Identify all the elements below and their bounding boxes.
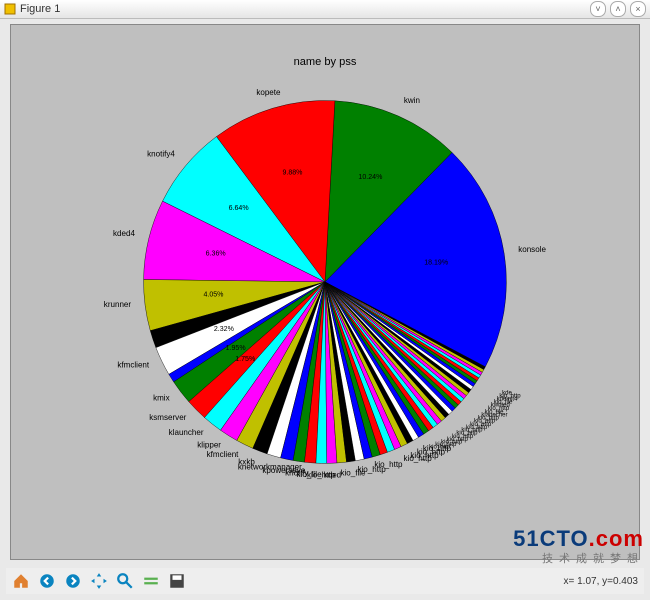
slice-label: kded [324,470,341,479]
configure-icon[interactable] [142,572,160,590]
slice-label: klipper [197,440,221,449]
figure-canvas: name by pss 18.19% konsole 10.24% kwin 9.88% k… [10,24,640,560]
slice-label: kfmclient [117,360,150,369]
minimize-button[interactable]: ˅ [590,1,606,17]
slice-label: kopete [256,88,281,97]
nav-toolbar: x= 1.07, y=0.403 [6,568,644,594]
slice-pct: 10.24% [358,174,383,181]
pie-chart: name by pss 18.19% konsole 10.24% kwin 9.88% k… [21,35,629,549]
slice-pct: 4.05% [203,291,224,298]
slice-pct: 18.19% [424,260,449,267]
slice-label: kmix [153,394,170,403]
slice-pct: 6.36% [206,250,227,257]
titlebar: Figure 1 ˅ ˄ × [0,0,650,19]
slice-pct: 1.75% [235,356,256,363]
slice-label: kfmclient [207,450,240,459]
slice-label: kio_http [374,460,403,469]
close-button[interactable]: × [630,1,646,17]
slice-label: klauncher [169,428,204,437]
slice-pct: 1.95% [226,345,247,352]
window-title: Figure 1 [20,3,586,15]
slice-label: kde [502,391,512,397]
slice-pct: 6.64% [229,205,250,212]
maximize-button[interactable]: ˄ [610,1,626,17]
slice-label: kded4 [113,229,135,238]
slice-label: krunner [104,300,132,309]
app-icon [4,3,16,15]
slice-label: ksmserver [149,413,186,422]
save-icon[interactable] [168,572,186,590]
slice-label: konsole [518,245,546,254]
slice-pct: 2.32% [214,326,235,333]
slice-pct: 9.88% [282,169,303,176]
plot-area: name by pss 18.19% konsole 10.24% kwin 9.88% k… [21,35,629,549]
slice-label: knotify4 [147,150,175,159]
home-icon[interactable] [12,572,30,590]
zoom-icon[interactable] [116,572,134,590]
pan-icon[interactable] [90,572,108,590]
chart-title: name by pss [294,56,357,68]
forward-icon[interactable] [64,572,82,590]
slice-label: kwin [404,96,420,105]
back-icon[interactable] [38,572,56,590]
cursor-coord: x= 1.07, y=0.403 [563,576,638,587]
window-frame: Figure 1 ˅ ˄ × name by pss 18.19% konsole 1… [0,0,650,600]
